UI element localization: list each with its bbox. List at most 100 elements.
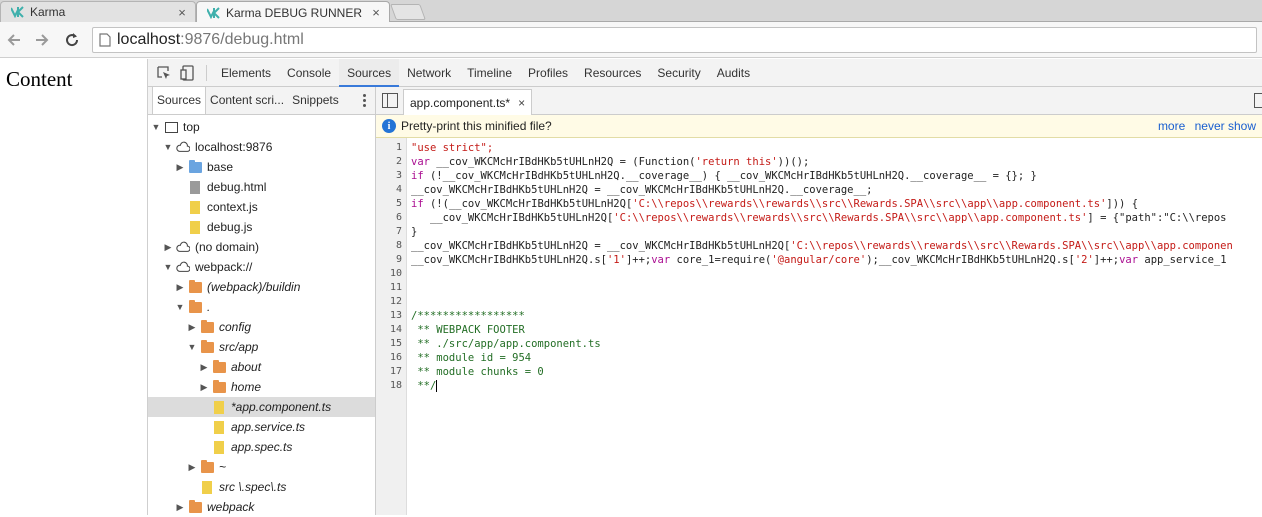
close-file-icon[interactable]: × [518, 96, 525, 110]
line-number[interactable]: 12 [376, 295, 406, 309]
never-show-link[interactable]: never show [1195, 119, 1256, 133]
tab-elements[interactable]: Elements [213, 59, 279, 87]
tree-item-app-spec[interactable]: ▶ app.spec.ts [148, 437, 375, 457]
line-number[interactable]: 9 [376, 253, 406, 267]
expanded-arrow-icon[interactable]: ▼ [150, 122, 162, 132]
navigator-tab-sources[interactable]: Sources [152, 87, 207, 114]
forward-button[interactable] [32, 30, 52, 50]
code-token: __cov_WKCMcHrIBdHKb5tUHLnH2Q = __cov_WKC… [411, 240, 791, 252]
code-line: ** ./src/app/app.component.ts [411, 337, 1262, 351]
navigator-tab-content-scripts[interactable]: Content scri... [206, 87, 288, 114]
tab-profiles[interactable]: Profiles [520, 59, 576, 87]
code-token: __cov_WKCMcHrIBdHKb5tUHLnH2Q.s[ [411, 254, 607, 266]
close-tab-icon[interactable]: × [369, 5, 383, 20]
file-icon [212, 420, 226, 434]
tree-item-about[interactable]: ▶ about [148, 357, 375, 377]
infobar-message: Pretty-print this minified file? [401, 119, 552, 133]
tab-console[interactable]: Console [279, 59, 339, 87]
line-number[interactable]: 15 [376, 337, 406, 351]
tab-sources[interactable]: Sources [339, 58, 400, 87]
line-number[interactable]: 18 [376, 379, 406, 393]
line-number[interactable]: 6 [376, 211, 406, 225]
tree-item-debug-js[interactable]: ▶ debug.js [148, 217, 375, 237]
back-button[interactable] [4, 30, 24, 50]
close-tab-icon[interactable]: × [175, 5, 189, 20]
tab-security[interactable]: Security [649, 59, 708, 87]
tree-item-tilde[interactable]: ▶ ~ [148, 457, 375, 477]
line-number[interactable]: 10 [376, 267, 406, 281]
code-token: 'return this' [695, 156, 778, 168]
tree-item-debug-html[interactable]: ▶ debug.html [148, 177, 375, 197]
inspect-element-icon[interactable] [152, 59, 176, 87]
code-line: __cov_WKCMcHrIBdHKb5tUHLnH2Q = __cov_WKC… [411, 183, 1262, 197]
tree-item-top[interactable]: ▼ top [148, 117, 375, 137]
code-line: __cov_WKCMcHrIBdHKb5tUHLnH2Q.s['1']++;va… [411, 253, 1262, 267]
collapsed-arrow-icon[interactable]: ▶ [174, 502, 186, 513]
tree-item-label: context.js [207, 200, 258, 214]
collapsed-arrow-icon[interactable]: ▶ [162, 242, 174, 253]
line-number[interactable]: 14 [376, 323, 406, 337]
tree-item-base[interactable]: ▶ base [148, 157, 375, 177]
tree-item-src-app[interactable]: ▼ src/app [148, 337, 375, 357]
line-number[interactable]: 7 [376, 225, 406, 239]
code-token: **/ [411, 380, 437, 392]
new-tab-button[interactable] [390, 4, 426, 20]
line-number[interactable]: 8 [376, 239, 406, 253]
collapsed-arrow-icon[interactable]: ▶ [174, 162, 186, 173]
tree-item-dot[interactable]: ▼ . [148, 297, 375, 317]
address-bar[interactable]: localhost:9876/debug.html [92, 27, 1257, 53]
line-number[interactable]: 16 [376, 351, 406, 365]
collapsed-arrow-icon[interactable]: ▶ [198, 362, 210, 373]
line-number[interactable]: 4 [376, 183, 406, 197]
more-options-icon[interactable] [363, 92, 367, 109]
tree-item-context-js[interactable]: ▶ context.js [148, 197, 375, 217]
tree-item-spec-regex[interactable]: ▶ src \.spec\.ts [148, 477, 375, 497]
tab-timeline[interactable]: Timeline [459, 59, 520, 87]
code-area[interactable]: 1 2 3 4 5 6 7 8 9 10 11 12 13 14 15 16 1… [376, 138, 1262, 515]
collapsed-arrow-icon[interactable]: ▶ [174, 282, 186, 293]
collapsed-arrow-icon[interactable]: ▶ [198, 382, 210, 393]
tree-item-app-service[interactable]: ▶ app.service.ts [148, 417, 375, 437]
toggle-debugger-icon[interactable] [1254, 93, 1262, 108]
tree-item-app-component[interactable]: ▶ *app.component.ts [148, 397, 375, 417]
line-number[interactable]: 11 [376, 281, 406, 295]
tree-item-webpack-protocol[interactable]: ▼ webpack:// [148, 257, 375, 277]
tab-audits[interactable]: Audits [709, 59, 758, 87]
code-line: __cov_WKCMcHrIBdHKb5tUHLnH2Q['C:\\repos\… [411, 211, 1262, 225]
line-number[interactable]: 13 [376, 309, 406, 323]
collapsed-arrow-icon[interactable]: ▶ [186, 322, 198, 333]
expanded-arrow-icon[interactable]: ▼ [162, 262, 174, 272]
tree-item-localhost[interactable]: ▼ localhost:9876 [148, 137, 375, 157]
toggle-navigator-icon[interactable] [382, 93, 398, 108]
tree-item-no-domain[interactable]: ▶ (no domain) [148, 237, 375, 257]
line-number[interactable]: 1 [376, 141, 406, 155]
code-token: (!(__cov_WKCMcHrIBdHKb5tUHLnH2Q[ [423, 198, 633, 210]
tree-item-webpack[interactable]: ▶ webpack [148, 497, 375, 517]
line-number[interactable]: 2 [376, 155, 406, 169]
url-path: :9876/debug.html [180, 31, 304, 48]
tree-item-home[interactable]: ▶ home [148, 377, 375, 397]
tree-item-config[interactable]: ▶ config [148, 317, 375, 337]
more-link[interactable]: more [1158, 119, 1185, 133]
tab-resources[interactable]: Resources [576, 59, 649, 87]
browser-tab-debug-runner[interactable]: Karma DEBUG RUNNER × [196, 1, 390, 23]
code-token: ])) { [1106, 198, 1139, 210]
code-token: __cov_WKCMcHrIBdHKb5tUHLnH2Q = __cov_WKC… [411, 184, 873, 196]
expanded-arrow-icon[interactable]: ▼ [186, 342, 198, 352]
expanded-arrow-icon[interactable]: ▼ [162, 142, 174, 152]
line-number[interactable]: 3 [376, 169, 406, 183]
tree-item-label: debug.js [207, 220, 253, 234]
device-mode-icon[interactable] [176, 59, 200, 87]
navigator-tab-snippets[interactable]: Snippets [288, 87, 343, 114]
browser-tab-karma[interactable]: Karma × [0, 1, 196, 22]
line-number[interactable]: 5 [376, 197, 406, 211]
code-line: ** module chunks = 0 [411, 365, 1262, 379]
tab-network[interactable]: Network [399, 59, 459, 87]
expanded-arrow-icon[interactable]: ▼ [174, 302, 186, 312]
collapsed-arrow-icon[interactable]: ▶ [186, 462, 198, 473]
url-text: localhost:9876/debug.html [117, 31, 304, 49]
reload-button[interactable] [62, 30, 82, 50]
editor-file-tab[interactable]: app.component.ts* × [403, 89, 533, 115]
line-number[interactable]: 17 [376, 365, 406, 379]
tree-item-webpack-buildin[interactable]: ▶ (webpack)/buildin [148, 277, 375, 297]
